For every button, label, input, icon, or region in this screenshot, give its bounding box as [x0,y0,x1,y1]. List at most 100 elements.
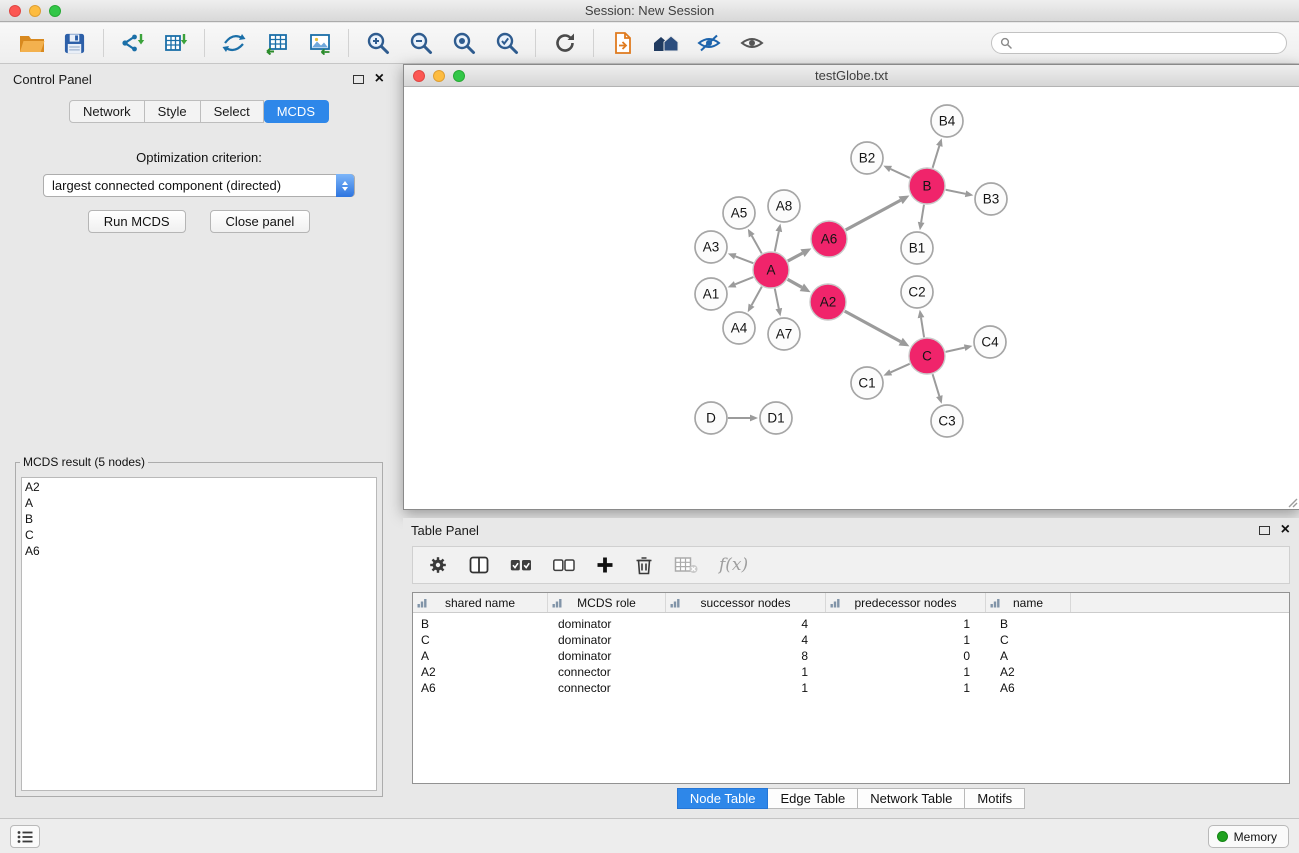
table-cell[interactable]: A2 [413,665,548,679]
show-columns-button[interactable] [469,556,489,574]
graph-node-C3[interactable]: C3 [931,405,963,437]
import-table-button[interactable] [154,26,197,60]
graph-edge-A6-B[interactable] [846,200,901,230]
table-row[interactable]: Adominator80A [413,648,1289,664]
table-cell[interactable]: 1 [826,633,986,647]
table-row[interactable]: Bdominator41B [413,616,1289,632]
table-cell[interactable]: 1 [826,617,986,631]
column-header-predecessor-nodes[interactable]: predecessor nodes [826,593,986,612]
mcds-result-item[interactable]: A6 [25,543,373,559]
task-history-button[interactable] [10,825,40,848]
graph-node-C1[interactable]: C1 [851,367,883,399]
graph-node-D[interactable]: D [695,402,727,434]
graph-edge-A-A3[interactable] [735,256,753,263]
graph-node-A4[interactable]: A4 [723,312,755,344]
function-builder-button[interactable]: f(x) [719,555,748,575]
table-cell[interactable]: 1 [666,665,826,679]
graph-node-A[interactable]: A [753,252,789,288]
zoom-selected-button[interactable] [485,26,528,60]
table-row[interactable]: A2connector11A2 [413,664,1289,680]
tab-edge-table[interactable]: Edge Table [768,788,858,809]
graph-edge-A-A7[interactable] [775,289,779,309]
graph-node-A8[interactable]: A8 [768,190,800,222]
graph-edge-A-A2[interactable] [788,279,802,287]
graph-edge-C-C1[interactable] [891,364,910,373]
table-cell[interactable]: A [986,649,1071,663]
table-cell[interactable]: C [413,633,548,647]
column-header-shared-name[interactable]: shared name [413,593,548,612]
graph-node-B4[interactable]: B4 [931,105,963,137]
close-panel-button[interactable]: Close panel [210,210,311,233]
table-cell[interactable]: B [413,617,548,631]
table-cell[interactable]: A [413,649,548,663]
table-cell[interactable]: dominator [548,617,666,631]
table-cell[interactable]: A6 [986,681,1071,695]
home-button[interactable] [644,26,687,60]
graph-node-B2[interactable]: B2 [851,142,883,174]
table-cell[interactable]: 1 [666,681,826,695]
graph-edge-A-A8[interactable] [775,231,779,251]
graph-node-A7[interactable]: A7 [768,318,800,350]
table-cell[interactable]: 1 [826,665,986,679]
search-input[interactable] [1017,36,1278,50]
graph-node-A3[interactable]: A3 [695,231,727,263]
table-cell[interactable]: connector [548,665,666,679]
import-network-button[interactable] [111,26,154,60]
graph-edge-A2-C[interactable] [845,311,901,342]
table-cell[interactable]: A2 [986,665,1071,679]
table-cell[interactable]: 4 [666,633,826,647]
run-mcds-button[interactable]: Run MCDS [88,210,186,233]
refresh-button[interactable] [543,26,586,60]
close-panel-icon[interactable]: × [375,73,384,85]
export-table-button[interactable] [255,26,298,60]
zoom-in-button[interactable] [356,26,399,60]
tab-network[interactable]: Network [69,100,145,123]
mcds-result-item[interactable]: A [25,495,373,511]
graph-node-A1[interactable]: A1 [695,278,727,310]
table-options-button[interactable] [428,555,448,575]
tab-node-table[interactable]: Node Table [677,788,769,809]
tab-motifs[interactable]: Motifs [965,788,1025,809]
table-cell[interactable]: 1 [826,681,986,695]
resize-grip-icon[interactable] [1286,496,1298,508]
table-cell[interactable]: dominator [548,649,666,663]
graph-edge-C-C4[interactable] [946,348,965,352]
delete-column-button[interactable] [635,555,653,575]
table-cell[interactable]: B [986,617,1071,631]
select-all-columns-button[interactable] [510,559,532,572]
column-header-name[interactable]: name [986,593,1071,612]
tab-mcds[interactable]: MCDS [264,100,329,123]
graph-node-B3[interactable]: B3 [975,183,1007,215]
open-session-button[interactable] [10,26,53,60]
graph-edge-A-A6[interactable] [788,253,803,261]
table-cell[interactable]: 0 [826,649,986,663]
table-row[interactable]: Cdominator41C [413,632,1289,648]
float-panel-icon[interactable] [353,75,364,84]
add-column-button[interactable] [596,556,614,574]
deselect-all-columns-button[interactable] [553,559,575,572]
column-header-MCDS-role[interactable]: MCDS role [548,593,666,612]
table-cell[interactable]: 4 [666,617,826,631]
column-header-successor-nodes[interactable]: successor nodes [666,593,826,612]
graph-edge-B-B1[interactable] [921,205,924,223]
export-document-button[interactable] [601,26,644,60]
tab-network-table[interactable]: Network Table [858,788,965,809]
new-network-from-selection-button[interactable] [212,26,255,60]
table-cell[interactable]: dominator [548,633,666,647]
graph-edge-B-B4[interactable] [933,146,940,168]
network-canvas[interactable]: B4B2BB3A5A8A6A3B1AA1C2A2A4A7C4CC1DD1C3 [404,87,1299,509]
graph-edge-B-B3[interactable] [946,190,966,194]
tab-select[interactable]: Select [201,100,264,123]
memory-button[interactable]: Memory [1208,825,1289,848]
graph-edge-A-A5[interactable] [752,236,762,254]
graph-node-C[interactable]: C [909,338,945,374]
optimization-criterion-dropdown[interactable]: largest connected component (directed) [43,174,355,197]
network-window-titlebar[interactable]: testGlobe.txt [404,65,1299,87]
graph-node-A2[interactable]: A2 [810,284,846,320]
table-cell[interactable]: 8 [666,649,826,663]
graph-node-A5[interactable]: A5 [723,197,755,229]
graph-edge-A-A1[interactable] [735,277,753,284]
table-cell[interactable]: connector [548,681,666,695]
graph-node-B[interactable]: B [909,168,945,204]
table-row[interactable]: A6connector11A6 [413,680,1289,696]
